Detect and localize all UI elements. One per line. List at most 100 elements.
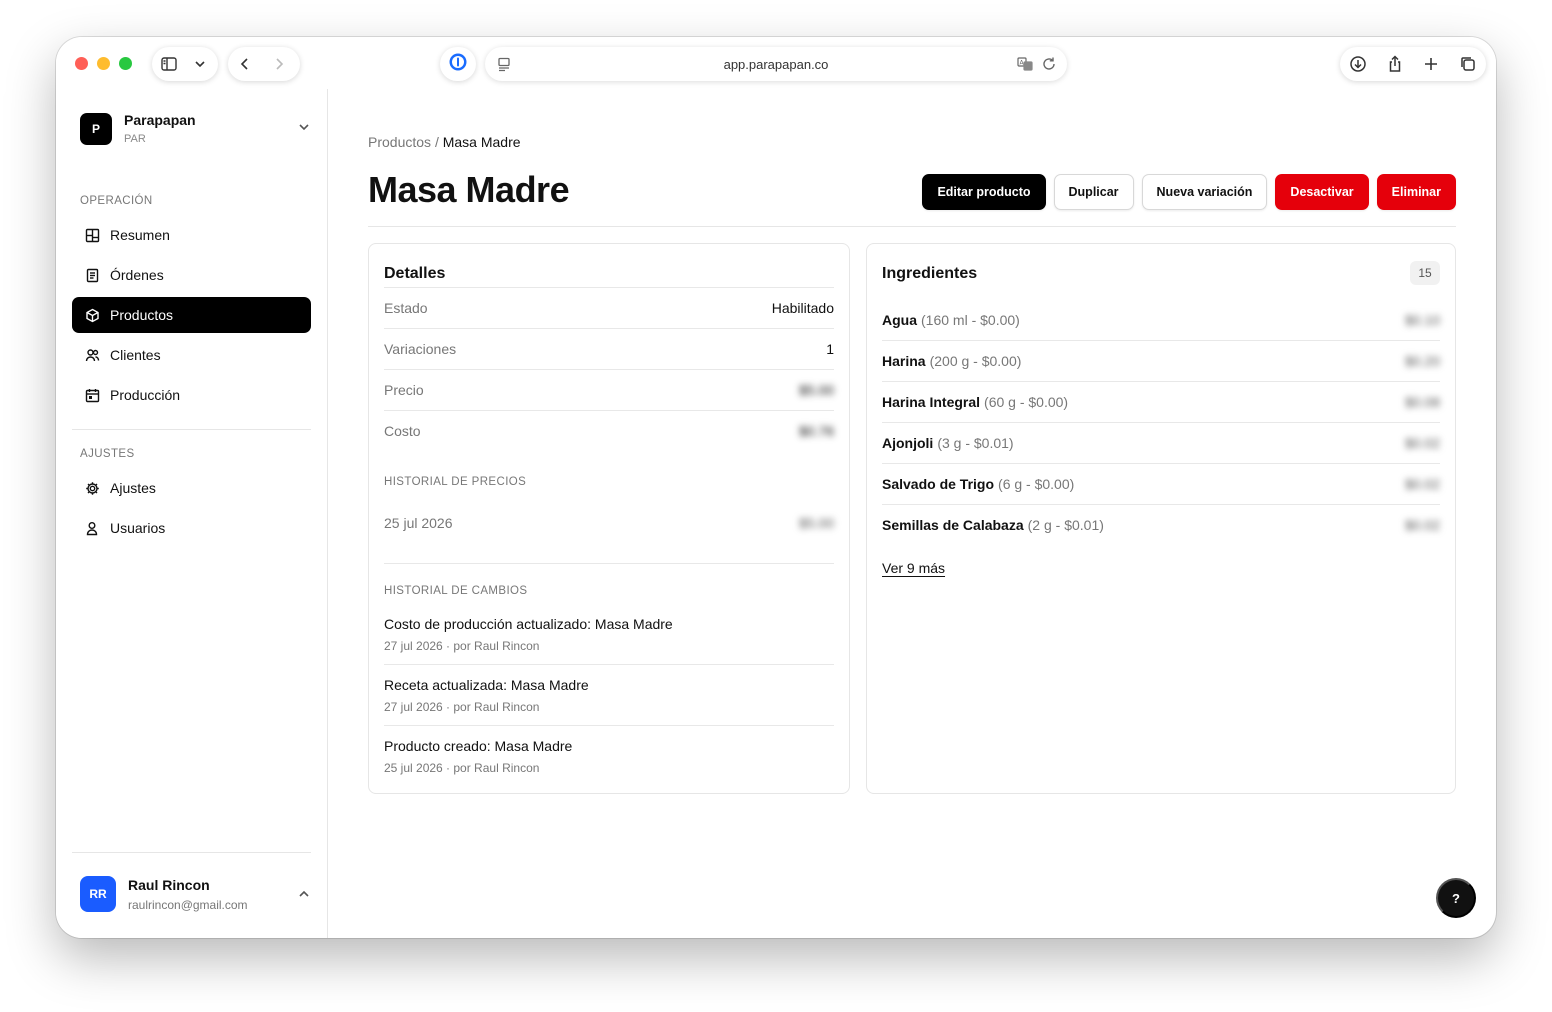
org-name: Parapapan <box>124 112 196 128</box>
show-more-ingredients-link[interactable]: Ver 9 más <box>882 560 945 576</box>
new-tab-plus-icon[interactable] <box>1414 47 1448 81</box>
ingredient-row: Harina Integral (60 g - $0.00) $0.08 <box>882 381 1440 422</box>
price-history-date: 25 jul 2026 <box>384 515 453 531</box>
ingredient-detail: (160 ml - $0.00) <box>921 311 1020 328</box>
breadcrumb-link-productos[interactable]: Productos <box>368 134 431 150</box>
breadcrumb-separator: / <box>434 134 439 150</box>
org-switcher[interactable]: P Parapapan PAR <box>80 111 312 151</box>
password-manager-icon <box>448 52 468 77</box>
back-arrow-icon[interactable] <box>228 47 262 81</box>
price-history-label: HISTORIAL DE PRECIOS <box>384 476 527 488</box>
minimize-window-button[interactable] <box>97 57 110 70</box>
user-icon <box>85 521 100 536</box>
ingredient-row: Salvado de Trigo (6 g - $0.00) $0.02 <box>882 463 1440 504</box>
section-label-ajustes: AJUSTES <box>80 448 135 460</box>
sidebar-item-label: Productos <box>110 307 174 323</box>
new-variation-button[interactable]: Nueva variación <box>1141 174 1268 210</box>
help-button[interactable]: ? <box>1436 878 1476 918</box>
sidebar-item-label: Clientes <box>110 347 161 363</box>
password-manager-button[interactable] <box>440 47 476 81</box>
details-card: Detalles Estado Habilitado Variaciones 1… <box>368 243 850 794</box>
download-icon[interactable] <box>1341 47 1375 81</box>
detail-key: Precio <box>384 382 424 398</box>
gear-icon <box>85 481 100 496</box>
price-history-row: 25 jul 2026 $5.00 <box>384 515 834 531</box>
user-email: raulrincon@gmail.com <box>128 898 248 912</box>
sidebar-divider <box>72 852 311 853</box>
browser-actions-group <box>1340 47 1486 81</box>
ingredient-row: Semillas de Calabaza (2 g - $0.01) $0.02 <box>882 504 1440 545</box>
address-bar[interactable]: app.parapapan.co A <box>485 47 1067 81</box>
org-logo: P <box>80 113 112 145</box>
sidebar-item-produccion[interactable]: Producción <box>72 377 311 413</box>
ingredient-name: Ajonjoli <box>882 435 934 451</box>
main-content: Productos / Masa Madre Masa Madre Editar… <box>328 89 1496 938</box>
change-history-label: HISTORIAL DE CAMBIOS <box>384 585 528 597</box>
detail-value-blurred: $0.76 <box>798 423 834 439</box>
history-nav-group <box>228 47 300 81</box>
detail-row-estado: Estado Habilitado <box>384 287 834 328</box>
ingredients-count-badge: 15 <box>1410 261 1440 285</box>
url-text: app.parapapan.co <box>723 56 829 72</box>
edit-product-button[interactable]: Editar producto <box>922 174 1046 210</box>
price-history-value: $5.00 <box>798 515 834 531</box>
tab-overview-icon[interactable] <box>1451 47 1485 81</box>
ingredient-detail: (6 g - $0.00) <box>998 476 1075 492</box>
detail-key: Costo <box>384 423 421 439</box>
sidebar-item-ajustes[interactable]: Ajustes <box>72 470 311 506</box>
zoom-window-button[interactable] <box>119 57 132 70</box>
ingredient-row: Harina (200 g - $0.00) $0.20 <box>882 340 1440 381</box>
chevron-down-icon <box>296 119 312 140</box>
sidebar-item-ordenes[interactable]: Órdenes <box>72 257 311 293</box>
detail-key: Estado <box>384 300 428 316</box>
ingredient-cost: $0.02 <box>1404 476 1440 492</box>
user-menu[interactable]: RR Raul Rincon raulrincon@gmail.com <box>80 876 312 916</box>
sidebar-item-resumen[interactable]: Resumen <box>72 217 311 253</box>
sidebar-item-usuarios[interactable]: Usuarios <box>72 510 311 546</box>
sidebar-item-clientes[interactable]: Clientes <box>72 337 311 373</box>
document-icon <box>85 268 100 283</box>
sidebar-divider <box>72 429 311 430</box>
deactivate-button[interactable]: Desactivar <box>1275 174 1369 210</box>
ingredient-cost: $0.02 <box>1404 435 1440 451</box>
ingredient-name: Harina <box>882 353 926 369</box>
ingredient-name: Agua <box>882 311 917 328</box>
sidebar-item-label: Resumen <box>110 227 170 243</box>
sidebar-item-label: Ajustes <box>110 480 156 496</box>
change-log-meta: 27 jul 2026 · por Raul Rincon <box>384 639 540 653</box>
detail-value: 1 <box>826 341 834 357</box>
org-code: PAR <box>124 133 146 145</box>
calendar-icon <box>85 388 100 403</box>
sidebar-item-label: Usuarios <box>110 520 166 536</box>
chevron-down-icon[interactable] <box>186 47 214 81</box>
forward-arrow-icon[interactable] <box>262 47 296 81</box>
ingredient-cost: $0.20 <box>1404 353 1440 369</box>
translate-icon[interactable]: A <box>1013 47 1037 81</box>
page-title: Masa Madre <box>368 169 570 210</box>
sidebar-toggle-icon[interactable] <box>152 47 186 81</box>
ingredient-name: Harina Integral <box>882 394 981 410</box>
ingredients-card: Ingredientes 15 Agua (160 ml - $0.00) $0.… <box>866 243 1456 794</box>
change-log-title: Costo de producción actualizado: Masa Ma… <box>384 616 673 632</box>
ingredient-detail: (2 g - $0.01) <box>1027 517 1104 533</box>
sidebar-item-productos[interactable]: Productos <box>72 297 311 333</box>
header-divider <box>368 226 1456 227</box>
ingredient-detail: (3 g - $0.01) <box>937 435 1014 451</box>
ingredient-row: Agua (160 ml - $0.00) $0.10 <box>882 299 1440 340</box>
browser-window: app.parapapan.co A P Parapapan PAR OPERA… <box>56 37 1496 938</box>
delete-button[interactable]: Eliminar <box>1376 174 1456 210</box>
box-icon <box>85 308 100 323</box>
sidebar-item-label: Órdenes <box>110 267 164 283</box>
duplicate-button[interactable]: Duplicar <box>1053 174 1134 210</box>
close-window-button[interactable] <box>75 57 88 70</box>
details-title: Detalles <box>384 265 446 282</box>
sidebar: P Parapapan PAR OPERACIÓN Resumen Órdene… <box>56 89 328 938</box>
change-log-title: Producto creado: Masa Madre <box>384 738 573 754</box>
breadcrumb-current: Masa Madre <box>442 134 521 150</box>
ingredient-name: Salvado de Trigo <box>882 476 995 492</box>
sidebar-item-label: Producción <box>110 387 181 403</box>
users-icon <box>85 348 100 363</box>
reload-icon[interactable] <box>1037 47 1061 81</box>
share-icon[interactable] <box>1378 47 1412 81</box>
user-name: Raul Rincon <box>128 877 210 893</box>
